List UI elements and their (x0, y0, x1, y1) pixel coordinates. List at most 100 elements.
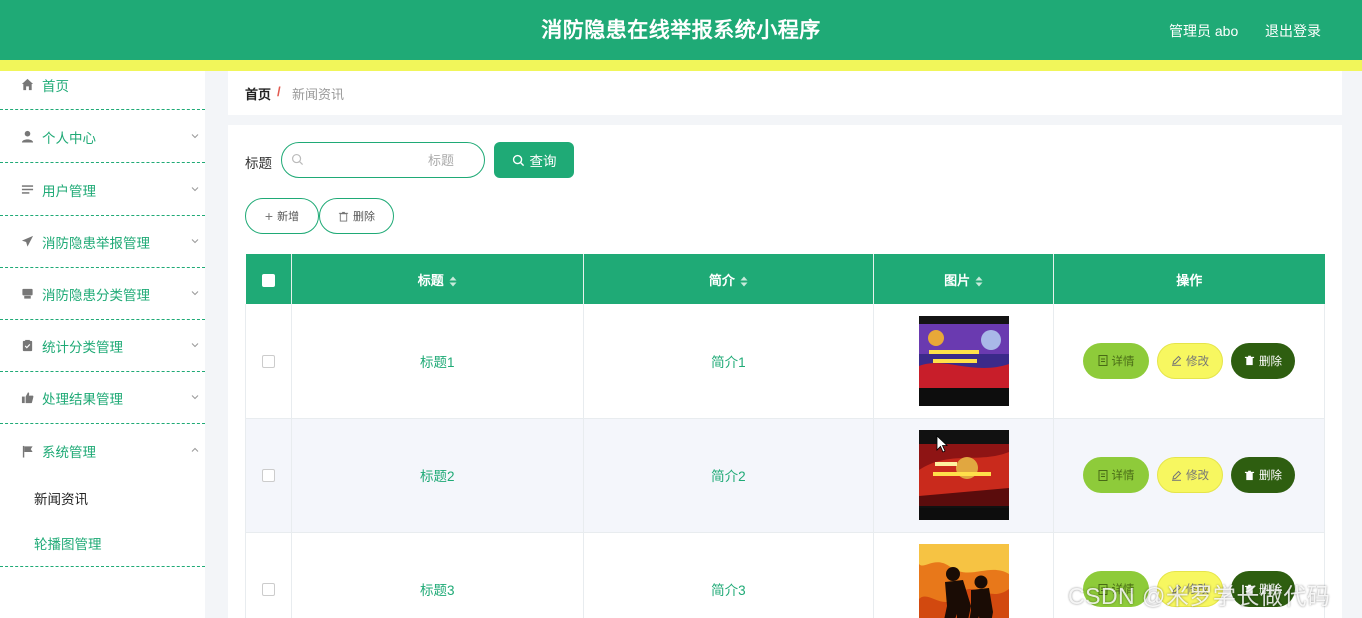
pencil-icon (1172, 470, 1182, 481)
column-header-label: 标题 (417, 272, 444, 288)
chevron-down-icon (191, 133, 199, 138)
actions-cell: 详情 修改 删除 (1053, 418, 1325, 533)
news-thumbnail-image[interactable] (918, 430, 1009, 520)
sidebar-divider (0, 566, 205, 567)
home-icon (20, 78, 34, 92)
document-icon (1098, 355, 1108, 367)
top-bar: 消防隐患在线举报系统小程序 管理员 abo 退出登录 (0, 0, 1362, 60)
delete-button-label: 删除 (353, 211, 375, 223)
search-icon (291, 153, 304, 166)
select-all-checkbox[interactable] (261, 273, 275, 287)
detail-button-label: 详情 (1111, 470, 1135, 482)
breadcrumb: 首页 / 新闻资讯 (228, 71, 1342, 115)
delete-button[interactable]: 删除 (1231, 342, 1296, 379)
row-checkbox[interactable] (261, 583, 275, 597)
sidebar-item-user-management[interactable]: 用户管理 (0, 164, 205, 216)
sidebar-item-category-management[interactable]: 消防隐患分类管理 (0, 268, 205, 320)
edit-button-label: 修改 (1186, 355, 1210, 368)
title-cell: 标题2 (291, 418, 584, 533)
actions-cell: 详情 修改 删除 (1053, 304, 1325, 419)
trash-icon (338, 211, 349, 222)
breadcrumb-separator: / (277, 84, 281, 99)
detail-button[interactable]: 详情 (1083, 457, 1150, 493)
news-thumbnail-image[interactable] (918, 315, 1009, 406)
image-cell (873, 532, 1055, 618)
watermark: CSDN @米罗学长做代码 (1068, 583, 1331, 609)
sidebar-item-system-management[interactable]: 系统管理 (0, 425, 205, 477)
search-field[interactable] (281, 142, 485, 178)
sidebar-subitem-news[interactable]: 新闻资讯 (34, 488, 88, 508)
sidebar-item-label: 消防隐患举报管理 (42, 235, 150, 251)
delete-button-label: 删除 (1259, 355, 1283, 368)
printer-icon (20, 287, 34, 301)
select-all-header (245, 254, 292, 304)
chevron-up-icon (191, 447, 199, 452)
search-input[interactable] (312, 143, 480, 177)
search-icon (512, 154, 524, 166)
app-title: 消防隐患在线举报系统小程序 (541, 19, 821, 42)
intro-cell: 简介1 (583, 304, 875, 419)
column-header-label: 操作 (1176, 272, 1203, 288)
chevron-down-icon (191, 394, 199, 399)
trash-icon (1244, 355, 1255, 366)
row-select-cell (245, 418, 292, 533)
main-panel: 标题 查询 + 新增 删除 标题 简介 图片 操作 标题1 简介1 (228, 125, 1342, 618)
title-cell: 标题3 (291, 532, 584, 618)
column-header-title[interactable]: 标题 (291, 254, 584, 304)
trash-icon (1244, 470, 1255, 480)
search-label: 标题 (245, 156, 272, 171)
sidebar-item-label: 用户管理 (42, 183, 96, 199)
detail-button[interactable]: 详情 (1083, 342, 1150, 379)
batch-delete-button[interactable]: 删除 (319, 198, 394, 234)
edit-button-label: 修改 (1186, 470, 1210, 482)
sidebar-item-home[interactable]: 首页 (0, 60, 205, 110)
query-button[interactable]: 查询 (494, 142, 574, 178)
intro-cell: 简介3 (583, 532, 875, 618)
breadcrumb-current: 新闻资讯 (292, 87, 345, 102)
sidebar-item-statistics-management[interactable]: 统计分类管理 (0, 320, 205, 372)
add-button[interactable]: + 新增 (245, 198, 319, 234)
column-header-intro[interactable]: 简介 (583, 254, 875, 304)
column-header-actions: 操作 (1053, 254, 1325, 304)
query-button-label: 查询 (529, 154, 557, 169)
row-select-cell (245, 304, 292, 419)
column-header-image[interactable]: 图片 (873, 254, 1055, 304)
detail-button-label: 详情 (1111, 355, 1135, 368)
current-user: 管理员 abo (1169, 23, 1239, 39)
send-icon (20, 235, 34, 249)
row-checkbox[interactable] (261, 355, 275, 369)
sort-icon (449, 276, 457, 287)
row-checkbox[interactable] (261, 469, 275, 483)
row-select-cell (245, 532, 292, 618)
sidebar-item-label: 个人中心 (42, 130, 96, 146)
sidebar-item-report-management[interactable]: 消防隐患举报管理 (0, 216, 205, 268)
chevron-down-icon (191, 186, 199, 191)
delete-button-label: 删除 (1259, 470, 1283, 482)
document-icon (1098, 469, 1108, 481)
delete-button[interactable]: 删除 (1231, 457, 1296, 493)
add-button-label: 新增 (277, 211, 300, 223)
edit-button[interactable]: 修改 (1157, 457, 1224, 493)
chevron-down-icon (191, 238, 199, 243)
user-icon (20, 130, 34, 144)
news-thumbnail-image[interactable] (918, 544, 1009, 618)
edit-button[interactable]: 修改 (1157, 342, 1224, 379)
clipboard-check-icon (20, 339, 34, 353)
breadcrumb-home[interactable]: 首页 (245, 84, 271, 103)
pencil-icon (1172, 356, 1182, 367)
plus-icon: + (264, 208, 274, 224)
intro-cell: 简介2 (583, 418, 875, 533)
image-cell (873, 418, 1055, 533)
flag-icon (20, 444, 34, 458)
sidebar-item-personal-center[interactable]: 个人中心 (0, 111, 205, 163)
sidebar-subitem-carousel[interactable]: 轮播图管理 (34, 533, 102, 553)
news-table: 标题 简介 图片 操作 标题1 简介1 详情 修改 删除 标题2 简介2 详情 … (245, 254, 1325, 618)
chevron-down-icon (191, 290, 199, 295)
sort-icon (975, 276, 983, 287)
sidebar-item-label: 消防隐患分类管理 (42, 287, 150, 303)
sidebar-item-label: 系统管理 (42, 445, 96, 460)
logout-link[interactable]: 退出登录 (1265, 21, 1321, 41)
sidebar-item-result-management[interactable]: 处理结果管理 (0, 372, 205, 424)
image-cell (873, 304, 1055, 419)
table-row: 标题1 简介1 详情 修改 删除 (245, 304, 1325, 419)
